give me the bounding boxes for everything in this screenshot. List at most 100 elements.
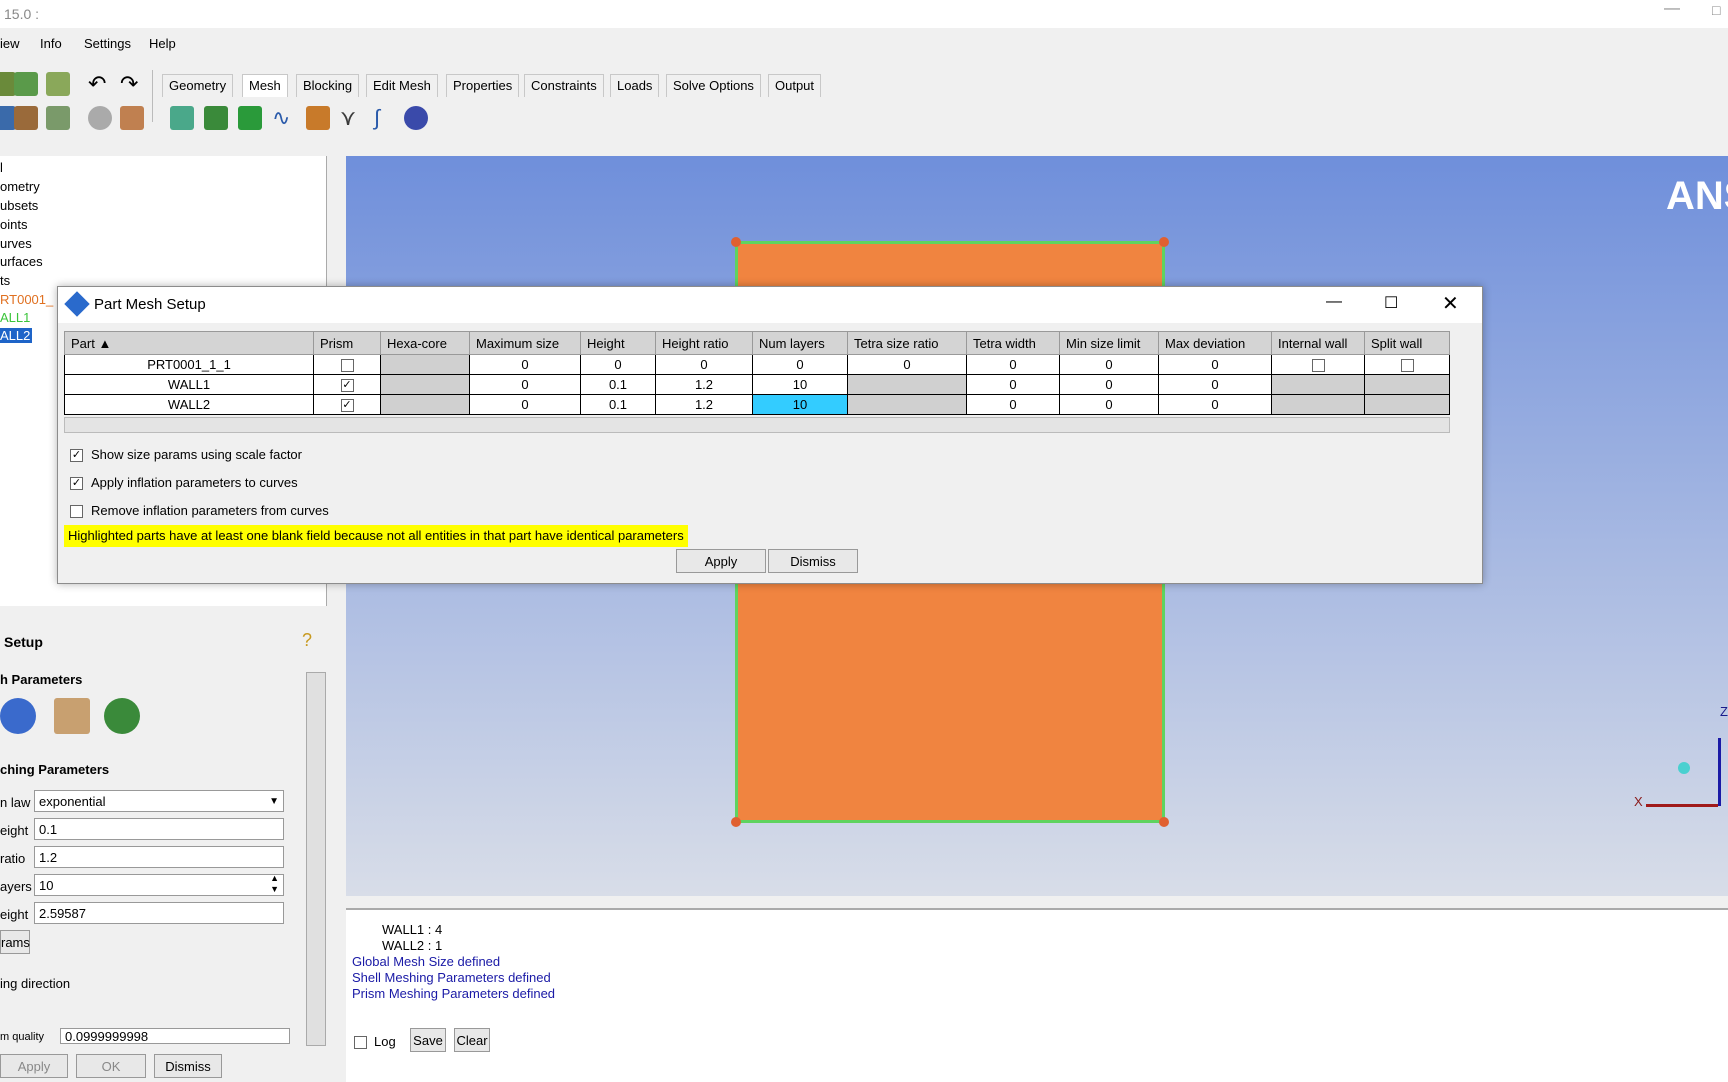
mesh-param-icon-2[interactable] bbox=[54, 698, 90, 734]
quality-input[interactable]: 0.0999999998 bbox=[60, 1028, 290, 1044]
help-icon[interactable]: ? bbox=[302, 630, 312, 651]
max-deviation-cell[interactable]: 0 bbox=[1158, 394, 1272, 415]
tab-edit-mesh[interactable]: Edit Mesh bbox=[366, 74, 438, 97]
tree-item-subsets[interactable]: ubsets bbox=[0, 198, 38, 213]
tab-solve-options[interactable]: Solve Options bbox=[666, 74, 761, 97]
col-height-ratio[interactable]: Height ratio bbox=[655, 331, 753, 355]
tree-item-points[interactable]: oints bbox=[0, 217, 27, 232]
menu-view[interactable]: iew bbox=[0, 36, 20, 51]
import-icon[interactable] bbox=[46, 72, 70, 96]
min-size-limit-cell[interactable]: 0 bbox=[1059, 354, 1159, 375]
create-mesh-density-icon[interactable] bbox=[306, 106, 330, 130]
initial-height-input[interactable]: 0.1 bbox=[34, 818, 284, 840]
max-size-cell[interactable]: 0 bbox=[469, 354, 581, 375]
height-ratio-cell[interactable]: 1.2 bbox=[655, 394, 753, 415]
height-cell[interactable]: 0.1 bbox=[580, 394, 656, 415]
mesh-param-icon-1[interactable] bbox=[0, 698, 36, 734]
redo-icon[interactable]: ↷ bbox=[120, 72, 144, 96]
tree-item-model[interactable]: l bbox=[0, 160, 3, 175]
undo-icon[interactable]: ↶ bbox=[88, 72, 112, 96]
close-icon[interactable]: ✕ bbox=[1442, 291, 1459, 316]
compute-mesh-icon[interactable] bbox=[404, 106, 428, 130]
max-deviation-cell[interactable]: 0 bbox=[1158, 354, 1272, 375]
measure-icon[interactable] bbox=[46, 106, 70, 130]
col-num-layers[interactable]: Num layers bbox=[752, 331, 848, 355]
connectors-icon[interactable]: ⋎ bbox=[340, 106, 364, 130]
col-height[interactable]: Height bbox=[580, 331, 656, 355]
col-part[interactable]: Part ▲ bbox=[64, 331, 314, 355]
col-hexa-core[interactable]: Hexa-core bbox=[380, 331, 470, 355]
chevron-down-icon[interactable]: ▼ bbox=[269, 791, 279, 813]
max-size-cell[interactable]: 0 bbox=[469, 394, 581, 415]
tab-geometry[interactable]: Geometry bbox=[162, 74, 234, 97]
height-cell[interactable]: 0 bbox=[580, 354, 656, 375]
tab-properties[interactable]: Properties bbox=[446, 74, 520, 97]
menu-settings[interactable]: Settings bbox=[84, 36, 131, 51]
dismiss-button[interactable]: Dismiss bbox=[154, 1054, 222, 1078]
part-cell[interactable]: WALL1 bbox=[64, 374, 314, 395]
prism-checkbox[interactable]: ✓ bbox=[313, 374, 381, 395]
growth-law-select[interactable]: exponential ▼ bbox=[34, 790, 284, 812]
option-apply-inflation[interactable]: ✓ Apply inflation parameters to curves bbox=[70, 475, 298, 491]
tree-item-surfaces[interactable]: urfaces bbox=[0, 254, 43, 269]
tree-item-wall2[interactable]: ALL2 bbox=[0, 328, 33, 343]
tetra-width-cell[interactable]: 0 bbox=[966, 394, 1060, 415]
tree-item-curves[interactable]: urves bbox=[0, 236, 32, 251]
tetra-width-cell[interactable]: 0 bbox=[966, 354, 1060, 375]
prism-checkbox[interactable]: ✓ bbox=[313, 394, 381, 415]
tetra-width-cell[interactable]: 0 bbox=[966, 374, 1060, 395]
min-size-limit-cell[interactable]: 0 bbox=[1059, 374, 1159, 395]
col-internal-wall[interactable]: Internal wall bbox=[1271, 331, 1365, 355]
minimize-icon[interactable]: — bbox=[1664, 0, 1686, 24]
tab-mesh[interactable]: Mesh bbox=[242, 74, 288, 97]
table-row[interactable]: WALL1 ✓ 0 0.1 1.2 10 0 0 0 bbox=[64, 374, 1450, 395]
col-prism[interactable]: Prism bbox=[313, 331, 381, 355]
tetra-size-ratio-cell[interactable]: 0 bbox=[847, 354, 967, 375]
height-ratio-cell[interactable]: 1.2 bbox=[655, 374, 753, 395]
col-max-deviation[interactable]: Max deviation bbox=[1158, 331, 1272, 355]
table-row[interactable]: PRT0001_1_1 0 0 0 0 0 0 0 0 bbox=[64, 354, 1450, 375]
num-layers-stepper[interactable]: 10 ▲ ▼ bbox=[34, 873, 284, 896]
num-layers-cell[interactable]: 10 bbox=[752, 374, 848, 395]
height-cell[interactable]: 0.1 bbox=[580, 374, 656, 395]
sphere-icon[interactable] bbox=[88, 106, 112, 130]
save-log-button[interactable]: Save bbox=[410, 1028, 446, 1052]
tab-blocking[interactable]: Blocking bbox=[296, 74, 360, 97]
clear-log-button[interactable]: Clear bbox=[454, 1028, 490, 1052]
apply-button[interactable]: Apply bbox=[0, 1054, 68, 1078]
split-wall-checkbox[interactable] bbox=[1364, 354, 1450, 375]
tree-item-wall1[interactable]: ALL1 bbox=[0, 310, 30, 325]
curve-mesh-icon[interactable]: ∿ bbox=[272, 106, 296, 130]
compute-params-button[interactable]: rams bbox=[0, 930, 30, 954]
height-ratio-input[interactable]: 1.2 bbox=[34, 846, 284, 868]
minimize-icon[interactable]: — bbox=[1326, 293, 1342, 311]
dialog-dismiss-button[interactable]: Dismiss bbox=[768, 549, 858, 573]
save-icon[interactable] bbox=[14, 72, 38, 96]
horizontal-scrollbar[interactable] bbox=[64, 417, 1450, 433]
stepper-arrows-icon[interactable]: ▲ ▼ bbox=[270, 873, 279, 895]
curve-mesh-setup-icon[interactable]: ∫ bbox=[374, 106, 398, 130]
max-size-cell[interactable]: 0 bbox=[469, 374, 581, 395]
col-tetra-width[interactable]: Tetra width bbox=[966, 331, 1060, 355]
internal-wall-checkbox[interactable] bbox=[1271, 354, 1365, 375]
option-remove-inflation[interactable]: Remove inflation parameters from curves bbox=[70, 503, 329, 519]
lcs-icon[interactable] bbox=[14, 106, 38, 130]
part-cell[interactable]: WALL2 bbox=[64, 394, 314, 415]
global-mesh-setup-icon[interactable] bbox=[170, 106, 194, 130]
col-maximum-size[interactable]: Maximum size bbox=[469, 331, 581, 355]
tree-item-parts[interactable]: ts bbox=[0, 273, 10, 288]
tab-output[interactable]: Output bbox=[768, 74, 822, 97]
height-ratio-cell[interactable]: 0 bbox=[655, 354, 753, 375]
col-min-size-limit[interactable]: Min size limit bbox=[1059, 331, 1159, 355]
log-checkbox[interactable] bbox=[354, 1034, 367, 1050]
menu-info[interactable]: Info bbox=[40, 36, 62, 51]
table-row[interactable]: WALL2 ✓ 0 0.1 1.2 10 0 0 0 bbox=[64, 394, 1450, 415]
maximize-icon[interactable]: ☐ bbox=[1384, 293, 1398, 313]
box-icon[interactable] bbox=[120, 106, 144, 130]
tree-item-prt0001[interactable]: RT0001_ bbox=[0, 292, 53, 307]
option-show-size-params[interactable]: ✓ Show size params using scale factor bbox=[70, 447, 302, 463]
total-height-input[interactable]: 2.59587 bbox=[34, 902, 284, 924]
num-layers-cell[interactable]: 0 bbox=[752, 354, 848, 375]
scrollbar[interactable] bbox=[306, 672, 326, 1046]
dialog-apply-button[interactable]: Apply bbox=[676, 549, 766, 573]
